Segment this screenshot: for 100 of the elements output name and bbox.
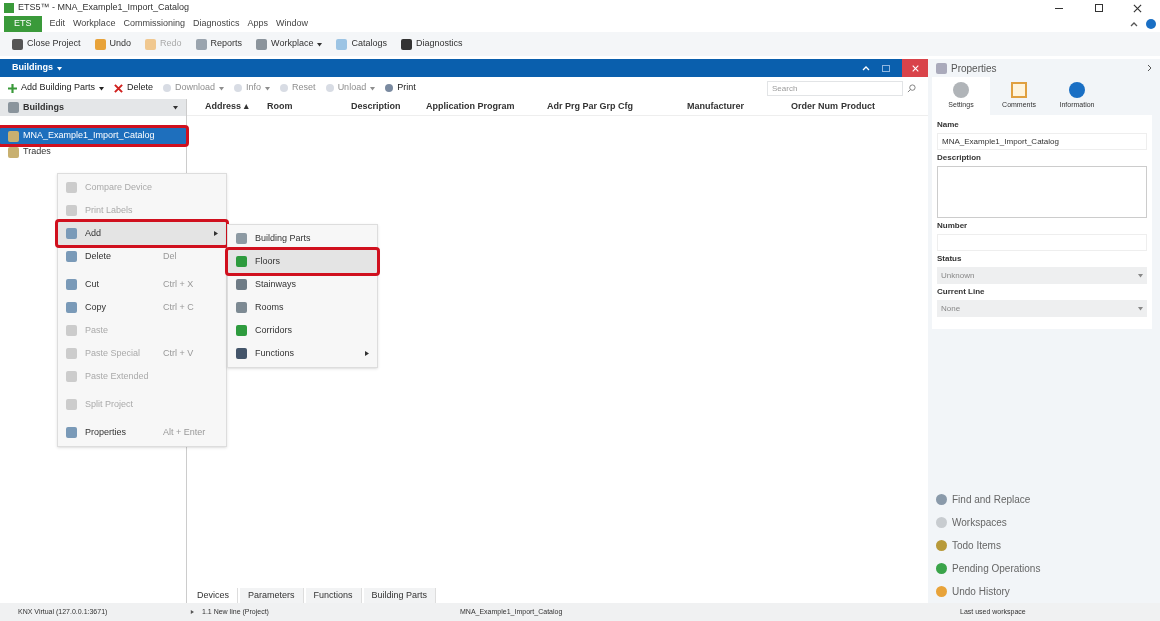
menu-item[interactable]: Functions [228,342,377,365]
menu-icon [236,279,247,290]
menu-item[interactable]: Copy Ctrl + C [58,296,226,319]
minimize-icon[interactable] [1055,7,1063,9]
menu-item[interactable]: Apps [243,17,272,31]
search-field[interactable]: Search [767,80,903,96]
menu-item[interactable]: Floors [228,250,377,273]
tree-item[interactable]: Trades [0,144,186,160]
pane-link[interactable]: Workspaces [952,515,1007,530]
column-header[interactable]: Adr Prg Par Grp Cfg [547,100,687,114]
caret-icon [219,85,225,91]
menu-icon [66,302,77,313]
menu-item[interactable]: Rooms [228,296,377,319]
menu-item[interactable]: Building Parts [228,227,377,250]
toolbar-icon [336,38,348,50]
tool-icon [234,84,243,92]
toolbar-icon [256,38,268,50]
tree-item[interactable]: MNA_Example1_Import_Catalog [0,128,186,144]
column-header[interactable]: Room [267,100,351,114]
panel-title[interactable]: Buildings [12,61,53,75]
toolbar-button[interactable]: Delete [114,81,154,95]
toolbar-button[interactable]: Catalogs [336,37,387,51]
text-field[interactable]: MNA_Example1_Import_Catalog [937,133,1147,150]
description-field[interactable] [937,166,1147,218]
column-header[interactable]: Manufacturer [687,100,791,114]
menu-item[interactable]: Edit [45,17,70,31]
caret-icon [317,41,323,47]
menu-item[interactable]: Corridors [228,319,377,342]
menu-item[interactable]: Properties Alt + Enter [58,421,226,444]
close-icon [911,64,919,72]
menu-item[interactable]: Delete Del [58,245,226,268]
menu-icon [66,325,77,336]
toolbar-icon [400,38,412,50]
toolbar-button[interactable]: Add Building Parts [8,81,105,95]
menu-icon [236,325,247,336]
tab-icon [953,81,969,98]
caret-icon [265,85,271,91]
field-label: Status [937,253,963,265]
pane-link[interactable]: Undo History [952,584,1010,599]
pane-icon [936,517,947,528]
pane-link[interactable]: Find and Replace [952,492,1031,507]
menu-item[interactable]: Add [58,222,226,245]
toolbar-button[interactable]: Diagnostics [400,37,463,51]
toolbar-button[interactable]: Close Project [12,37,81,51]
toolbar-icon [12,38,23,50]
menu-icon [66,279,77,290]
window-title: ETS5™ - MNA_Example1_Import_Catalog [18,1,190,15]
toolbar-button[interactable]: Undo [94,37,132,51]
search-icon [907,83,916,93]
menu-item[interactable]: Cut Ctrl + X [58,273,226,296]
pane-icon [936,586,947,597]
pane-link[interactable]: Todo Items [952,538,1001,553]
tab-icon [1069,81,1085,98]
help-icon[interactable] [1146,19,1156,29]
menu-item[interactable]: Commissioning [119,17,189,31]
delete-icon [114,83,124,93]
field-label: Description [937,152,982,164]
menu-icon [236,302,247,313]
bottom-tab[interactable]: Functions [305,588,362,603]
building-icon [8,102,19,113]
column-header[interactable]: Product [841,100,928,114]
project-icon [8,146,19,158]
menu-icon [236,348,247,359]
menu-item[interactable]: Window [271,17,312,31]
caret-icon [370,85,376,91]
field-label: Current Line [937,286,986,298]
restore-icon[interactable] [1095,4,1103,12]
menu-item[interactable]: ETS [4,16,42,32]
toolbar-button[interactable]: Reports [195,37,243,51]
tool-icon [325,84,334,92]
column-header[interactable]: Order Num [791,100,841,114]
caret-icon [99,85,105,91]
menu-icon [66,251,77,262]
collapse-icon[interactable] [1130,21,1138,27]
project-icon [8,130,19,142]
toolbar-button[interactable]: Workplace [256,37,323,51]
caret-icon [1138,273,1143,278]
column-header[interactable]: Application Program [426,100,547,114]
menu-item[interactable]: Stainways [228,273,377,296]
toolbar-button[interactable]: Print [385,81,416,95]
field-label: Number [937,220,969,232]
tool-icon [163,84,172,92]
field-label: Name [937,119,960,131]
tree-header[interactable]: Buildings [0,99,186,116]
menu-item[interactable]: Workplace [69,17,120,31]
bottom-tab[interactable]: Building Parts [363,588,437,603]
menu-item[interactable]: Diagnostics [188,17,244,31]
column-header[interactable]: Description [351,100,426,114]
menu-icon [66,182,77,193]
expand-icon[interactable] [1147,64,1152,72]
menu-icon [236,233,247,244]
bottom-tab[interactable]: Parameters [240,588,304,603]
close-icon[interactable] [1133,3,1142,13]
caret-icon [1138,306,1143,311]
menu-icon [66,205,77,216]
pane-link[interactable]: Pending Operations [952,561,1041,576]
column-header[interactable]: Address ▴ [205,100,267,114]
caret-icon [57,65,62,71]
menu-icon [66,399,77,410]
pane-icon [936,540,947,551]
